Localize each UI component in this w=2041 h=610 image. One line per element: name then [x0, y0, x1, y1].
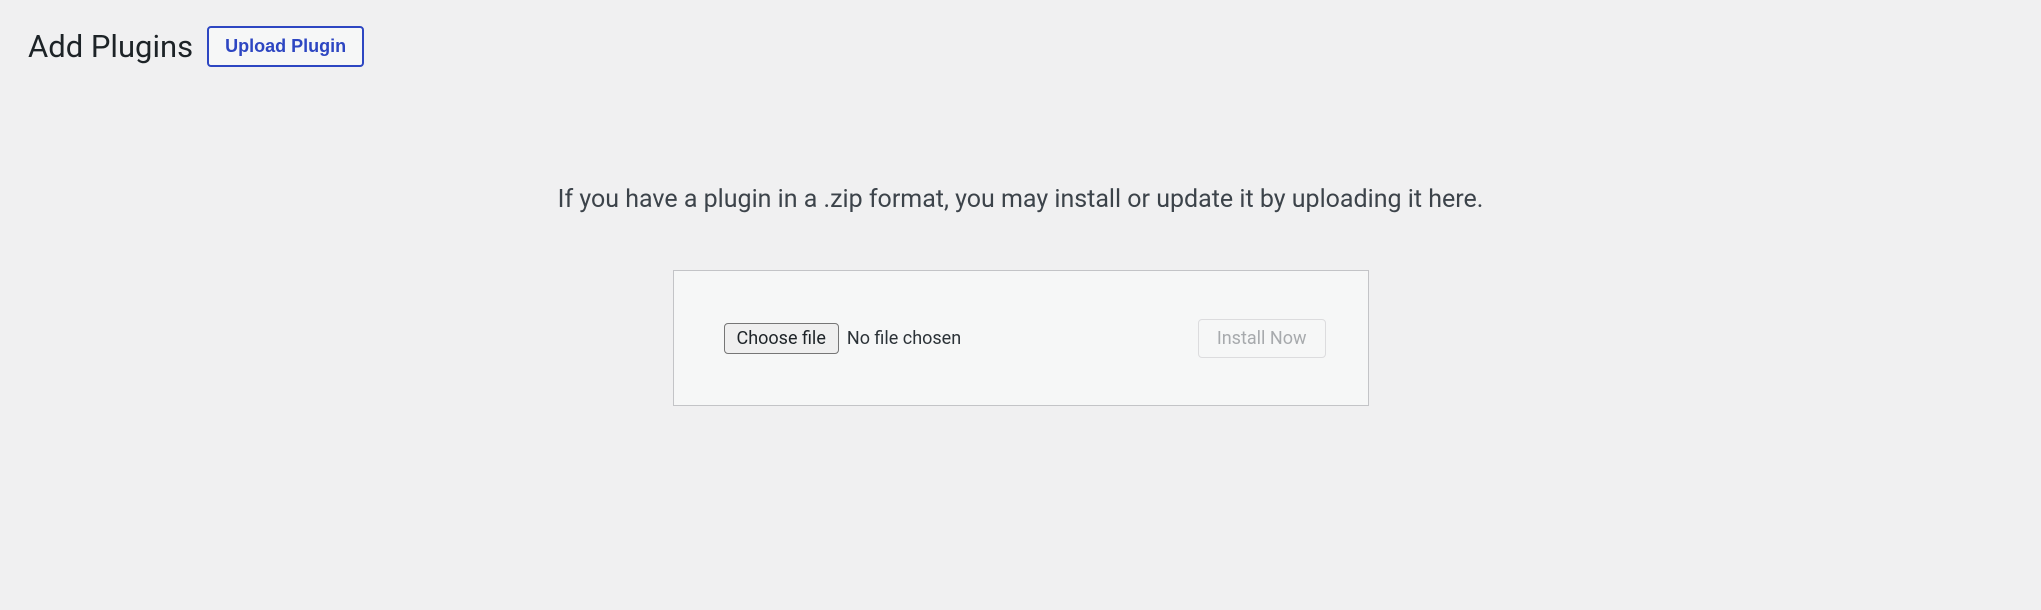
upload-plugin-button[interactable]: Upload Plugin [207, 26, 364, 67]
upload-form-container: Choose file No file chosen Install Now [0, 270, 2041, 406]
page-header: Add Plugins Upload Plugin [0, 0, 2041, 67]
file-chosen-status: No file chosen [847, 328, 961, 349]
choose-file-button[interactable]: Choose file [724, 323, 839, 354]
page-title: Add Plugins [28, 27, 193, 67]
upload-form: Choose file No file chosen Install Now [673, 270, 1369, 406]
upload-description: If you have a plugin in a .zip format, y… [0, 185, 2041, 214]
file-chooser: Choose file No file chosen [724, 323, 962, 354]
install-now-button[interactable]: Install Now [1198, 319, 1326, 358]
